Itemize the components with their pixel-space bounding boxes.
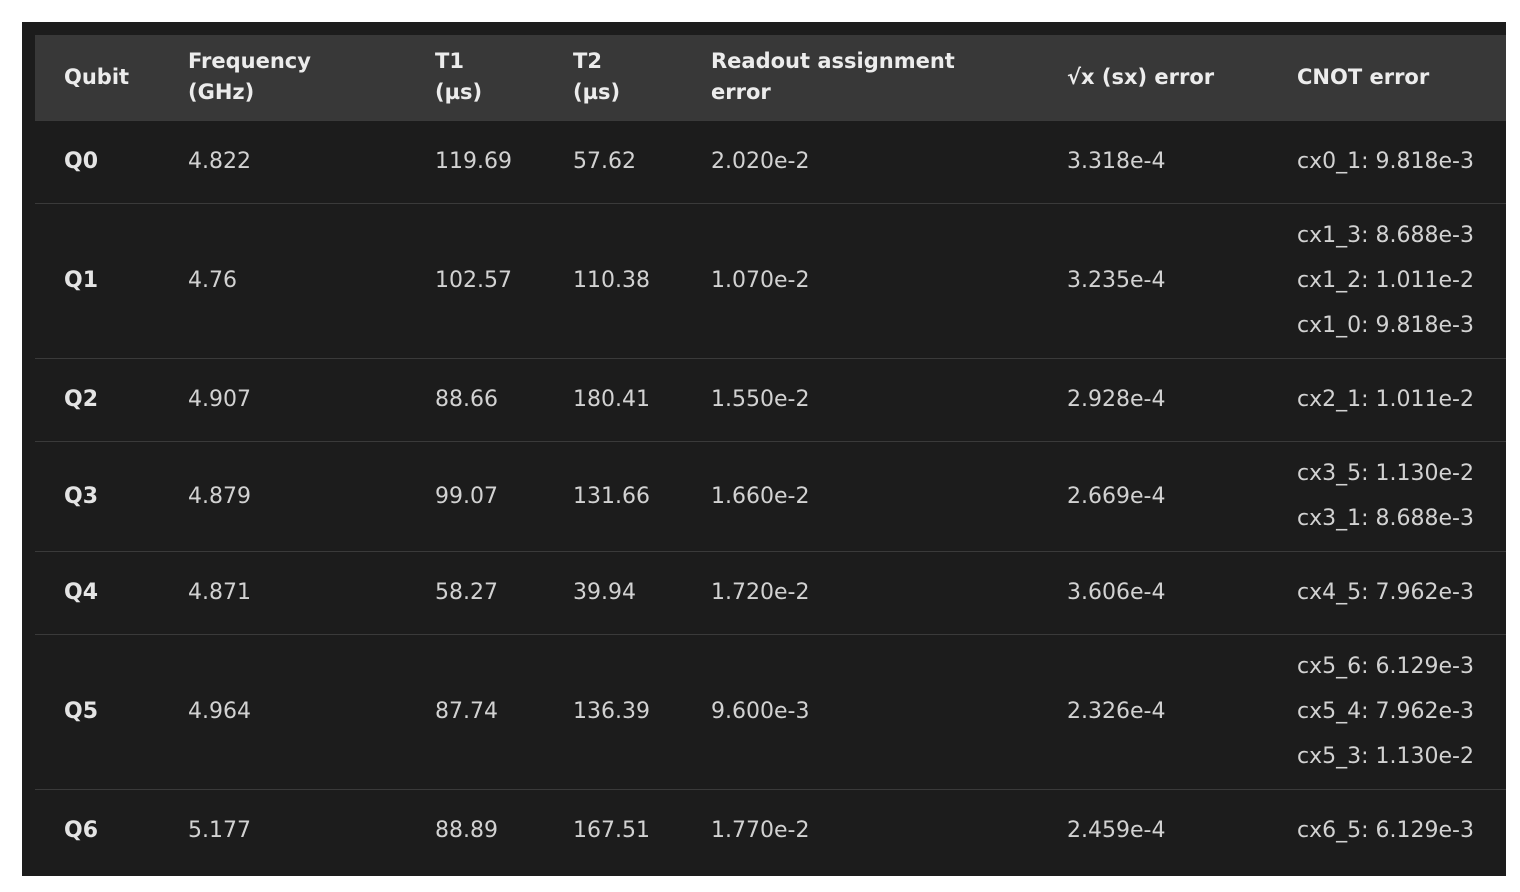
sx-error-cell: 3.606e-4 <box>1038 550 1268 634</box>
readout-error-cell: 1.770e-2 <box>682 788 1038 872</box>
qubit-cell: Q0 <box>35 119 159 203</box>
table-row: Q2 4.907 88.66 180.41 1.550e-2 2.928e-4 cx2_1:… <box>35 357 1506 441</box>
cnot-error-cell: cx3_5: 1.130e-2 cx3_1: 8.688e-3 <box>1268 440 1506 551</box>
sx-error-cell: 2.669e-4 <box>1038 440 1268 551</box>
qubit-cell: Q2 <box>35 357 159 441</box>
readout-error-cell: 2.020e-2 <box>682 119 1038 203</box>
cnot-error-list: cx6_5: 6.129e-3 <box>1297 808 1506 853</box>
header-sx-error[interactable]: √x (sx) error <box>1038 35 1268 120</box>
cnot-error-list: cx1_3: 8.688e-3 cx1_2: 1.011e-2 cx1_0: 9.8… <box>1297 213 1506 348</box>
header-row: Qubit Frequency (GHz) T1 (µs) T2 (µs) Re… <box>35 35 1506 120</box>
t1-cell: 58.27 <box>406 550 544 634</box>
header-cnot-error[interactable]: CNOT error <box>1268 35 1506 120</box>
frequency-cell: 4.871 <box>159 550 406 634</box>
cnot-error-cell: cx6_5: 6.129e-3 <box>1268 788 1506 872</box>
table-row: Q1 4.76 102.57 110.38 1.070e-2 3.235e-4 cx1_3:… <box>35 202 1506 358</box>
sx-error-cell: 3.318e-4 <box>1038 119 1268 203</box>
cnot-error-list: cx5_6: 6.129e-3 cx5_4: 7.962e-3 cx5_3: 1.1… <box>1297 644 1506 779</box>
table-row: Q3 4.879 99.07 131.66 1.660e-2 2.669e-4 cx3_5:… <box>35 440 1506 551</box>
cnot-error-cell: cx4_5: 7.962e-3 <box>1268 550 1506 634</box>
cnot-error-item: cx1_0: 9.818e-3 <box>1297 313 1474 338</box>
t2-cell: 57.62 <box>544 119 682 203</box>
cnot-error-cell: cx2_1: 1.011e-2 <box>1268 357 1506 441</box>
qubit-cell: Q4 <box>35 550 159 634</box>
t2-cell: 39.94 <box>544 550 682 634</box>
t2-cell: 167.51 <box>544 788 682 872</box>
frequency-cell: 4.879 <box>159 440 406 551</box>
cnot-error-item: cx5_3: 1.130e-2 <box>1297 744 1474 769</box>
sx-error-cell: 2.459e-4 <box>1038 788 1268 872</box>
readout-error-cell: 9.600e-3 <box>682 633 1038 789</box>
sx-error-cell: 2.326e-4 <box>1038 633 1268 789</box>
table-row: Q4 4.871 58.27 39.94 1.720e-2 3.606e-4 cx4_5: … <box>35 550 1506 634</box>
t2-cell: 136.39 <box>544 633 682 789</box>
calibration-table-panel: Qubit Frequency (GHz) T1 (µs) T2 (µs) Re… <box>22 22 1506 876</box>
frequency-cell: 5.177 <box>159 788 406 872</box>
table-row: Q0 4.822 119.69 57.62 2.020e-2 3.318e-4 cx0_1:… <box>35 119 1506 203</box>
cnot-error-cell: cx0_1: 9.818e-3 <box>1268 119 1506 203</box>
cnot-error-cell: cx5_6: 6.129e-3 cx5_4: 7.962e-3 cx5_3: 1.1… <box>1268 633 1506 789</box>
qubit-cell: Q6 <box>35 788 159 872</box>
frequency-cell: 4.907 <box>159 357 406 441</box>
cnot-error-item: cx5_4: 7.962e-3 <box>1297 699 1474 724</box>
readout-error-cell: 1.070e-2 <box>682 202 1038 358</box>
header-readout-error[interactable]: Readout assignment error <box>682 35 1038 120</box>
t1-cell: 88.66 <box>406 357 544 441</box>
cnot-error-list: cx2_1: 1.011e-2 <box>1297 377 1506 422</box>
cnot-error-item: cx1_2: 1.011e-2 <box>1297 268 1474 293</box>
readout-error-cell: 1.550e-2 <box>682 357 1038 441</box>
readout-error-cell: 1.660e-2 <box>682 440 1038 551</box>
t1-cell: 88.89 <box>406 788 544 872</box>
cnot-error-item: cx6_5: 6.129e-3 <box>1297 818 1474 844</box>
cnot-error-item: cx2_1: 1.011e-2 <box>1297 387 1474 412</box>
header-qubit[interactable]: Qubit <box>35 35 159 120</box>
t2-cell: 131.66 <box>544 440 682 551</box>
sx-error-cell: 2.928e-4 <box>1038 357 1268 441</box>
t1-cell: 99.07 <box>406 440 544 551</box>
cnot-error-item: cx4_5: 7.962e-3 <box>1297 580 1474 605</box>
header-frequency[interactable]: Frequency (GHz) <box>159 35 406 120</box>
cnot-error-item: cx3_5: 1.130e-2 <box>1297 461 1474 486</box>
t2-cell: 110.38 <box>544 202 682 358</box>
frequency-cell: 4.822 <box>159 119 406 203</box>
cnot-error-list: cx3_5: 1.130e-2 cx3_1: 8.688e-3 <box>1297 451 1506 541</box>
t1-cell: 119.69 <box>406 119 544 203</box>
cnot-error-cell: cx1_3: 8.688e-3 cx1_2: 1.011e-2 cx1_0: 9.8… <box>1268 202 1506 358</box>
qubit-cell: Q3 <box>35 440 159 551</box>
table-row: Q6 5.177 88.89 167.51 1.770e-2 2.459e-4 cx6_5:… <box>35 788 1506 872</box>
table-header: Qubit Frequency (GHz) T1 (µs) T2 (µs) Re… <box>35 35 1506 120</box>
cnot-error-list: cx0_1: 9.818e-3 <box>1297 139 1506 184</box>
t1-cell: 102.57 <box>406 202 544 358</box>
frequency-cell: 4.964 <box>159 633 406 789</box>
qubit-cell: Q1 <box>35 202 159 358</box>
header-t2[interactable]: T2 (µs) <box>544 35 682 120</box>
t2-cell: 180.41 <box>544 357 682 441</box>
cnot-error-item: cx1_3: 8.688e-3 <box>1297 223 1474 248</box>
table-body: Q0 4.822 119.69 57.62 2.020e-2 3.318e-4 cx0_1:… <box>35 119 1506 872</box>
frequency-cell: 4.76 <box>159 202 406 358</box>
qubit-calibration-table: Qubit Frequency (GHz) T1 (µs) T2 (µs) Re… <box>35 35 1506 872</box>
cnot-error-list: cx4_5: 7.962e-3 <box>1297 570 1506 615</box>
t1-cell: 87.74 <box>406 633 544 789</box>
cnot-error-item: cx0_1: 9.818e-3 <box>1297 149 1474 174</box>
cnot-error-item: cx3_1: 8.688e-3 <box>1297 506 1474 531</box>
table-row: Q5 4.964 87.74 136.39 9.600e-3 2.326e-4 cx5_6:… <box>35 633 1506 789</box>
qubit-cell: Q5 <box>35 633 159 789</box>
sx-error-cell: 3.235e-4 <box>1038 202 1268 358</box>
cnot-error-item: cx5_6: 6.129e-3 <box>1297 654 1474 679</box>
header-t1[interactable]: T1 (µs) <box>406 35 544 120</box>
readout-error-cell: 1.720e-2 <box>682 550 1038 634</box>
